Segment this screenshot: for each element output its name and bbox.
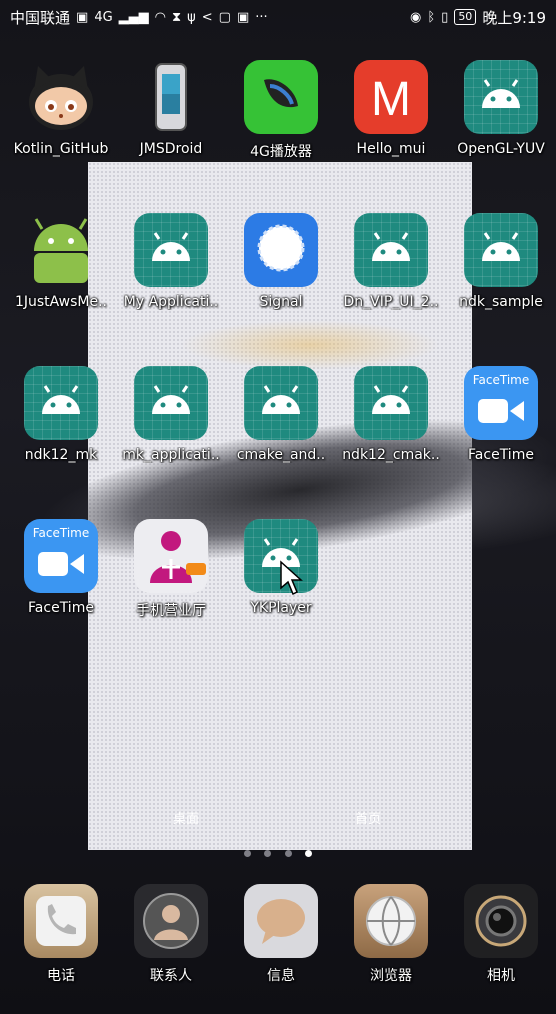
app-label: JMSDroid — [139, 141, 203, 157]
app-label: Hello_mui — [356, 141, 426, 157]
app-label: Signal — [259, 294, 303, 310]
share-icon: < — [201, 9, 213, 25]
more-notifications-icon: ··· — [255, 9, 268, 25]
app-label: Kotlin_GitHub — [13, 141, 109, 157]
page-dot[interactable] — [264, 850, 272, 857]
android-icon — [354, 366, 428, 440]
android-icon — [24, 366, 98, 440]
hourglass-icon: ⧗ — [172, 9, 182, 25]
sim-icon: ▣ — [76, 9, 89, 25]
android-icon — [244, 366, 318, 440]
facetime-icon: FaceTime — [24, 519, 98, 593]
unicom-icon — [134, 519, 208, 593]
signal-icon — [244, 213, 318, 287]
android-icon — [354, 213, 428, 287]
browser-icon — [354, 884, 428, 958]
bluetooth-icon: ᛒ — [427, 9, 436, 25]
app-signal[interactable]: Signal — [226, 213, 336, 310]
app-label: YKPlayer — [250, 600, 312, 616]
app-label: OpenGL-YUV — [457, 141, 545, 157]
app-label: FaceTime — [28, 600, 94, 616]
android-robot-icon — [24, 213, 98, 287]
app-label: ndk_sample — [459, 294, 543, 310]
facetime-badge-text: FaceTime — [32, 526, 90, 540]
contacts-icon — [134, 884, 208, 958]
app-hello-mui[interactable]: M Hello_mui — [336, 60, 446, 157]
notification-app-icon: ▢ — [218, 9, 231, 25]
app-cmake-and[interactable]: cmake_and.. — [226, 366, 336, 463]
clock: 晚上9:19 — [482, 8, 546, 27]
signal-bars-icon: ▂▄▆ — [118, 9, 149, 25]
app-facetime-2[interactable]: FaceTime FaceTime — [6, 519, 116, 616]
usb-icon: ψ — [187, 9, 196, 25]
app-label: 电话 — [47, 968, 75, 984]
app-ndk-sample[interactable]: ndk_sample — [446, 213, 556, 310]
dock-phone[interactable]: 电话 — [6, 884, 116, 985]
android-icon — [464, 213, 538, 287]
android-icon — [464, 60, 538, 134]
app-facetime[interactable]: FaceTime FaceTime — [446, 366, 556, 463]
phone-icon — [24, 884, 98, 958]
app-4g-player[interactable]: 4G播放器 — [226, 60, 336, 161]
app-my-application[interactable]: My Applicati.. — [116, 213, 226, 310]
app-label: 手机营业厅 — [136, 603, 206, 619]
app-label: ndk12_cmak.. — [342, 447, 440, 463]
page-dot[interactable] — [244, 850, 252, 857]
player-icon — [244, 60, 318, 134]
status-bar: 中国联通 ▣ 4G ▂▄▆ ◠ ⧗ ψ < ▢ ▣ ··· ◉ ᛒ ▯ 50 晚… — [0, 0, 556, 34]
app-label: 4G播放器 — [250, 144, 312, 160]
carrier-name: 中国联通 — [10, 8, 71, 27]
cursor-icon — [280, 560, 303, 596]
app-jmsdroid[interactable]: JMSDroid — [116, 60, 226, 157]
app-label: 信息 — [267, 968, 295, 984]
facetime-icon: FaceTime — [464, 366, 538, 440]
android-icon — [134, 366, 208, 440]
network-type: 4G — [94, 9, 113, 25]
app-kotlin-github[interactable]: Kotlin_GitHub — [6, 60, 116, 157]
app-dn-vip-ui[interactable]: Dn_VIP_UI_2.. — [336, 213, 446, 310]
svg-text:M: M — [371, 73, 411, 126]
page-indicator[interactable] — [0, 842, 556, 861]
app-label: 联系人 — [150, 968, 192, 984]
app-unicom[interactable]: 手机营业厅 — [116, 519, 226, 620]
app-label: cmake_and.. — [236, 447, 326, 463]
dock-camera[interactable]: 相机 — [446, 884, 556, 985]
app-label: My Applicati.. — [123, 294, 219, 310]
dock-messages[interactable]: 信息 — [226, 884, 336, 985]
page-dot[interactable] — [284, 850, 292, 857]
app-mk-application[interactable]: mk_applicati.. — [116, 366, 226, 463]
app-ndk12-mk[interactable]: ndk12_mk — [6, 366, 116, 463]
dock-contacts[interactable]: 联系人 — [116, 884, 226, 985]
app-label: ndk12_mk — [24, 447, 98, 463]
phone-device-icon — [134, 60, 208, 134]
app-label: mk_applicati.. — [122, 447, 220, 463]
app-label: FaceTime — [468, 447, 534, 463]
eye-comfort-icon: ◉ — [410, 9, 422, 25]
camera-icon — [464, 884, 538, 958]
app-label: 浏览器 — [370, 968, 412, 984]
battery-icon: 50 — [454, 9, 477, 25]
vibrate-icon: ▯ — [441, 9, 449, 25]
app-label: 1JustAwsMe.. — [14, 294, 108, 310]
pane-label-left: 桌面 — [173, 812, 200, 827]
notification-app-icon-2: ▣ — [236, 9, 250, 25]
facetime-badge-text: FaceTime — [472, 373, 530, 387]
app-label: 相机 — [487, 968, 515, 984]
dock-browser[interactable]: 浏览器 — [336, 884, 446, 985]
app-label: Dn_VIP_UI_2.. — [343, 294, 439, 310]
pane-label-right: 首页 — [355, 812, 382, 827]
app-ndk12-cmake[interactable]: ndk12_cmak.. — [336, 366, 446, 463]
app-1justawsme[interactable]: 1JustAwsMe.. — [6, 213, 116, 310]
github-octocat-icon — [24, 60, 98, 134]
hello-m-icon: M — [354, 60, 428, 134]
messages-icon — [244, 884, 318, 958]
page-dot-active[interactable] — [304, 850, 312, 857]
android-icon — [134, 213, 208, 287]
wifi-icon: ◠ — [154, 9, 167, 25]
app-opengl-yuv[interactable]: OpenGL-YUV — [446, 60, 556, 157]
wallpaper-bokeh — [180, 320, 440, 370]
